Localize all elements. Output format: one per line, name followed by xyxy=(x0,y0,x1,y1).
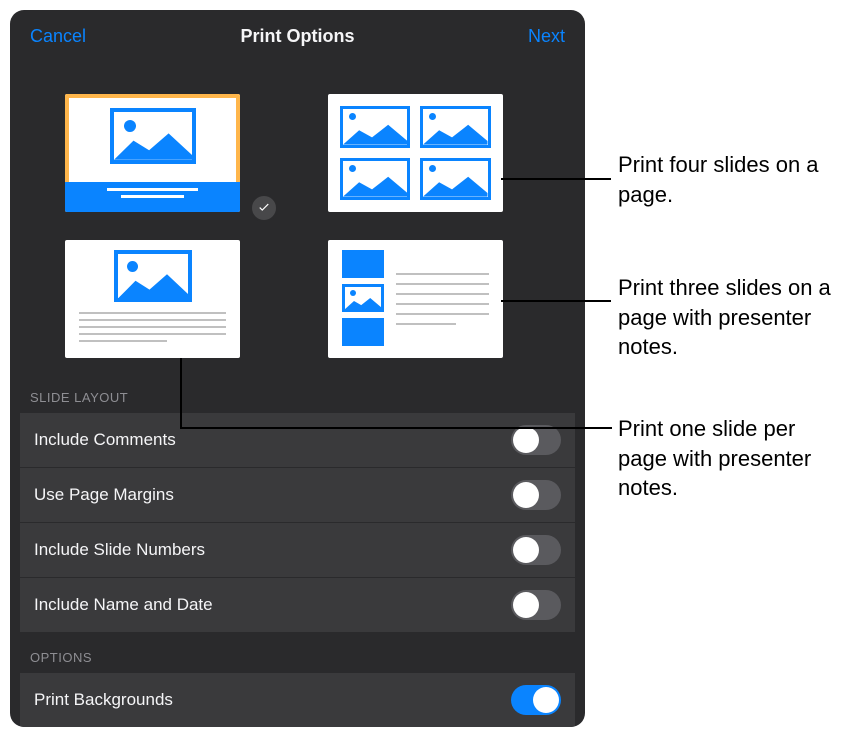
setting-label: Include Comments xyxy=(34,430,176,450)
print-options-modal: Cancel Print Options Next xyxy=(10,10,585,727)
layout-single-slide[interactable] xyxy=(65,94,268,212)
modal-title: Print Options xyxy=(241,26,355,47)
toggle-include-name-date[interactable] xyxy=(511,590,561,620)
setting-include-slide-numbers: Include Slide Numbers xyxy=(20,523,575,578)
setting-include-name-date: Include Name and Date xyxy=(20,578,575,632)
selected-check-icon xyxy=(250,194,278,222)
callout-line xyxy=(180,427,612,429)
toggle-include-comments[interactable] xyxy=(511,425,561,455)
setting-label: Include Name and Date xyxy=(34,595,213,615)
layout-one-slide-with-notes[interactable] xyxy=(65,240,268,358)
setting-label: Print Backgrounds xyxy=(34,690,173,710)
setting-label: Use Page Margins xyxy=(34,485,174,505)
callout-one-slide: Print one slide per page with presenter … xyxy=(618,414,838,503)
setting-print-backgrounds: Print Backgrounds xyxy=(20,673,575,727)
callout-line xyxy=(180,358,182,428)
callout-four-slides: Print four slides on a page. xyxy=(618,150,828,209)
layout-one-slide-with-notes-thumb xyxy=(65,240,240,358)
layout-single-slide-thumb xyxy=(65,94,240,212)
toggle-use-page-margins[interactable] xyxy=(511,480,561,510)
next-button[interactable]: Next xyxy=(528,26,565,47)
slide-layout-section-header: Slide Layout xyxy=(10,390,585,413)
options-settings: Print Backgrounds xyxy=(20,673,575,727)
callout-line xyxy=(501,300,611,302)
layout-three-slides-with-notes[interactable] xyxy=(328,240,531,358)
options-section-header: Options xyxy=(10,650,585,673)
modal-header: Cancel Print Options Next xyxy=(10,10,585,62)
toggle-include-slide-numbers[interactable] xyxy=(511,535,561,565)
callout-three-slides: Print three slides on a page with presen… xyxy=(618,273,838,362)
setting-label: Include Slide Numbers xyxy=(34,540,205,560)
slide-layout-settings: Include Comments Use Page Margins Includ… xyxy=(20,413,575,632)
toggle-print-backgrounds[interactable] xyxy=(511,685,561,715)
cancel-button[interactable]: Cancel xyxy=(30,26,86,47)
callout-line xyxy=(501,178,611,180)
layout-thumbnails xyxy=(10,62,585,390)
layout-four-slides[interactable] xyxy=(328,94,531,212)
layout-four-slides-thumb xyxy=(328,94,503,212)
setting-use-page-margins: Use Page Margins xyxy=(20,468,575,523)
layout-three-slides-with-notes-thumb xyxy=(328,240,503,358)
setting-include-comments: Include Comments xyxy=(20,413,575,468)
